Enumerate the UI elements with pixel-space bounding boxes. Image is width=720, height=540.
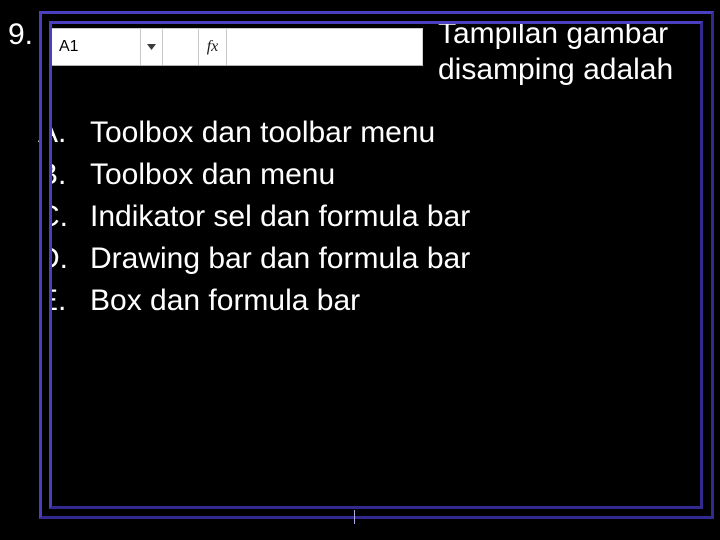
option-e: E. Box dan formula bar bbox=[38, 284, 470, 318]
question-prompt: Tampilan gambar disamping adalah bbox=[438, 16, 673, 88]
option-letter: C. bbox=[38, 200, 90, 234]
option-b: B. Toolbox dan menu bbox=[38, 158, 470, 192]
answer-options: A. Toolbox dan toolbar menu B. Toolbox d… bbox=[38, 116, 470, 326]
option-a: A. Toolbox dan toolbar menu bbox=[38, 116, 470, 150]
option-text: Toolbox dan menu bbox=[90, 158, 335, 192]
option-c: C. Indikator sel dan formula bar bbox=[38, 200, 470, 234]
option-text: Drawing bar dan formula bar bbox=[90, 242, 470, 276]
question-number: 9. bbox=[8, 18, 33, 52]
question-line1: Tampilan gambar bbox=[438, 16, 673, 52]
option-letter: E. bbox=[38, 284, 90, 318]
option-text: Indikator sel dan formula bar bbox=[90, 200, 470, 234]
chevron-down-icon bbox=[147, 44, 156, 50]
option-text: Toolbox dan toolbar menu bbox=[90, 116, 435, 150]
spacer bbox=[163, 29, 199, 65]
name-box: A1 bbox=[49, 29, 141, 65]
formula-bar bbox=[227, 29, 422, 65]
fx-label: fx bbox=[199, 29, 227, 65]
option-letter: B. bbox=[38, 158, 90, 192]
option-letter: D. bbox=[38, 242, 90, 276]
frame-tick bbox=[354, 510, 355, 524]
option-letter: A. bbox=[38, 116, 90, 150]
name-box-dropdown bbox=[141, 29, 163, 65]
option-d: D. Drawing bar dan formula bar bbox=[38, 242, 470, 276]
excel-screenshot: A1 fx bbox=[48, 28, 423, 66]
slide: 9. Tampilan gambar disamping adalah A1 f… bbox=[0, 0, 720, 540]
option-text: Box dan formula bar bbox=[90, 284, 360, 318]
question-line2: disamping adalah bbox=[438, 52, 673, 88]
frame-gap-bottom bbox=[42, 509, 711, 516]
